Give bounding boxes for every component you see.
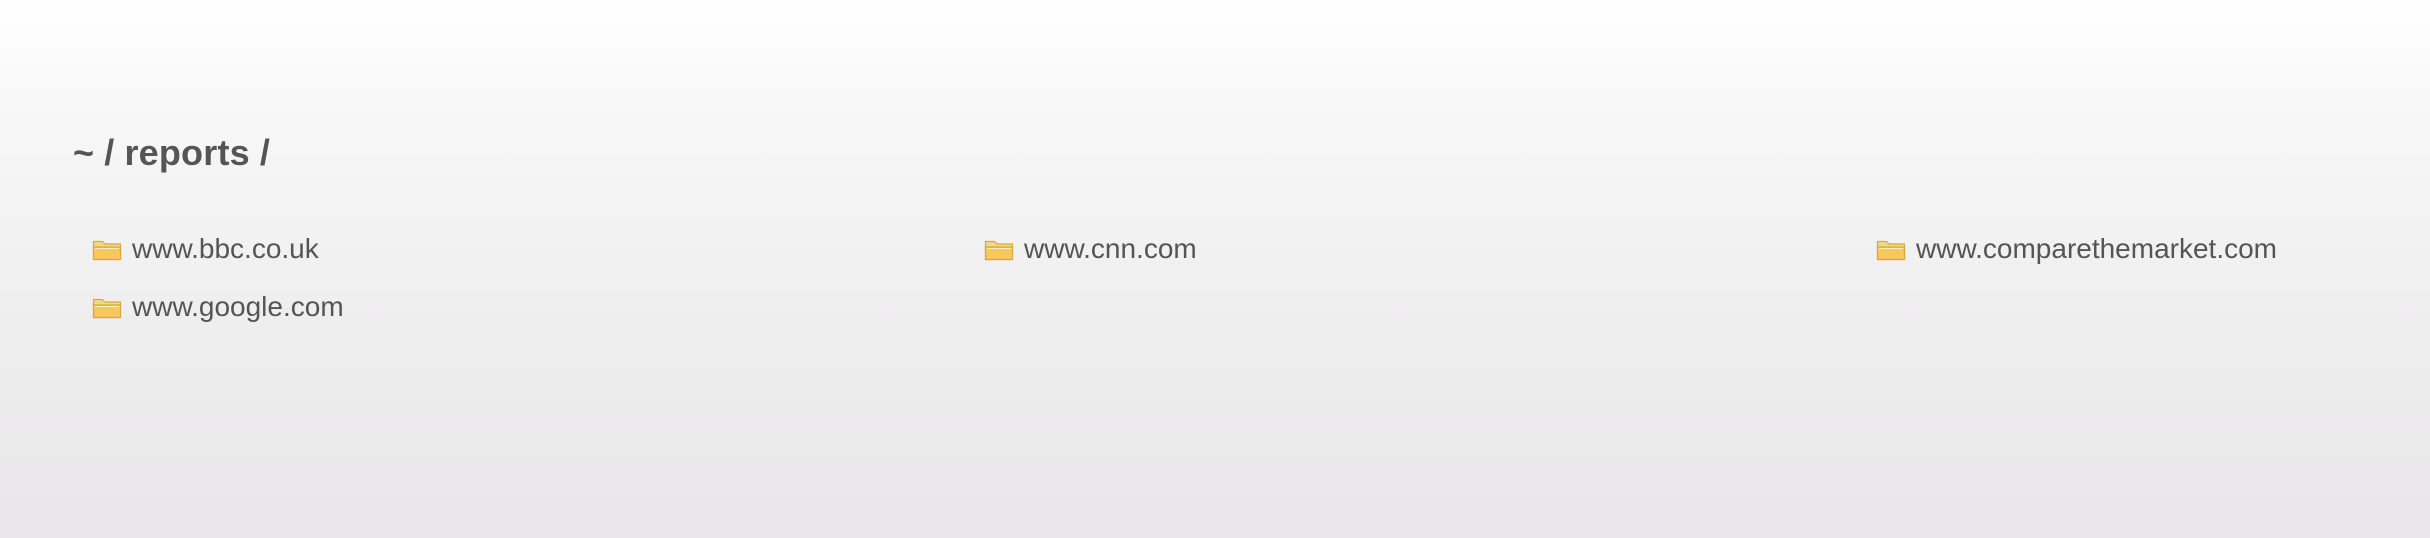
breadcrumb: ~ / reports / xyxy=(73,132,280,174)
folder-icon xyxy=(92,298,122,319)
folder-item-comparethemarket[interactable]: www.comparethemarket.com xyxy=(1876,220,2362,278)
breadcrumb-separator: / xyxy=(104,132,115,173)
breadcrumb-home[interactable]: ~ xyxy=(73,132,94,174)
folder-item-label: www.comparethemarket.com xyxy=(1916,233,2278,264)
folder-item-label: www.bbc.co.uk xyxy=(132,233,319,264)
folder-item-cnn[interactable]: www.cnn.com xyxy=(984,220,1876,278)
directory-listing-page: ~/reports/ www.bbc.co.uk www.cnn.com xyxy=(0,0,2430,538)
folder-item-google[interactable]: www.google.com xyxy=(92,278,984,336)
breadcrumb-separator: / xyxy=(259,132,271,173)
folder-item-bbc[interactable]: www.bbc.co.uk xyxy=(92,220,984,278)
folder-list: www.bbc.co.uk www.cnn.com www.comparethe… xyxy=(92,220,2362,336)
folder-item-label: www.google.com xyxy=(132,291,344,322)
folder-item-label: www.cnn.com xyxy=(1024,233,1197,264)
folder-icon xyxy=(1876,240,1906,261)
folder-icon xyxy=(92,240,122,261)
breadcrumb-current-folder[interactable]: reports xyxy=(124,132,249,174)
folder-icon xyxy=(984,240,1014,261)
